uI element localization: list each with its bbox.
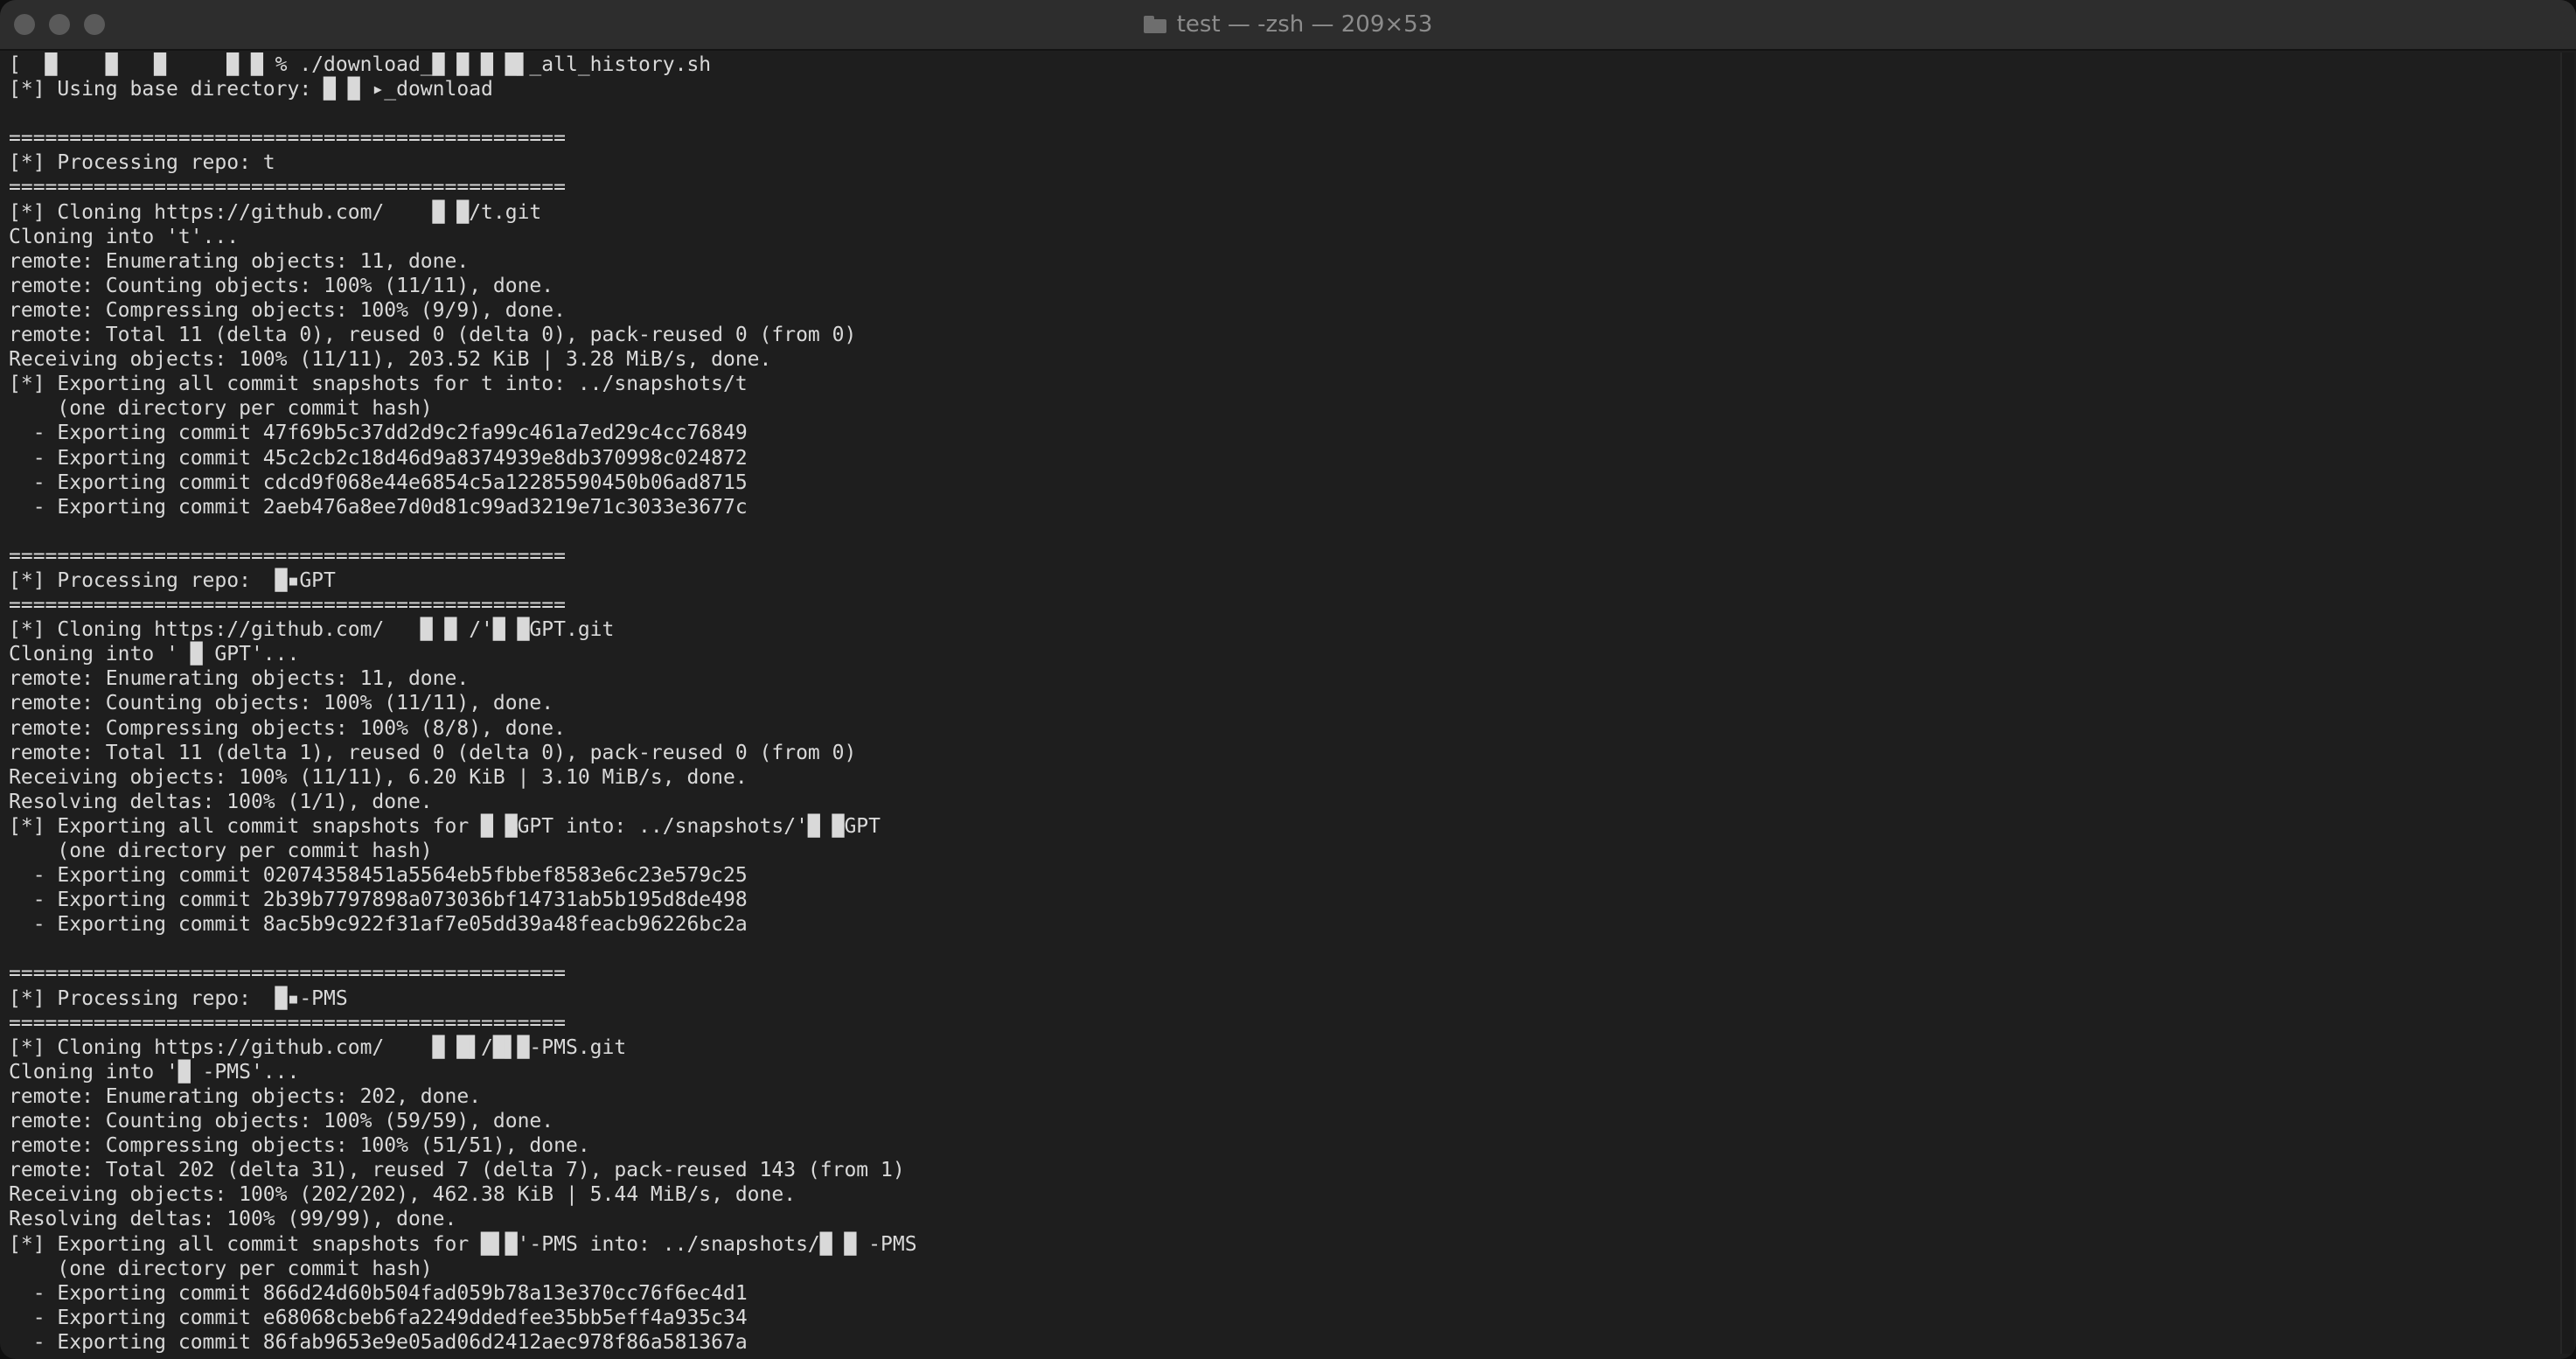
terminal-line: [*] Exporting all commit snapshots for █… (9, 1232, 917, 1256)
terminal-line: Cloning into '█ -PMS'... (9, 1060, 300, 1084)
terminal-line: remote: Counting objects: 100% (11/11), … (9, 692, 554, 715)
terminal-line: ========================================… (9, 176, 566, 199)
terminal-line: - Exporting commit 2aeb476a8ee7d0d81c99a… (9, 495, 748, 519)
terminal-line: - Exporting commit 8ac5b9c922f31af7e05dd… (9, 913, 748, 937)
terminal-line: (one directory per commit hash) (9, 1257, 433, 1280)
terminal-line: ========================================… (9, 127, 566, 150)
terminal-line: remote: Enumerating objects: 11, done. (9, 667, 470, 691)
folder-icon (1143, 16, 1166, 33)
terminal-line: [*] Processing repo: █▪-PMS (9, 986, 348, 1010)
terminal-line: ========================================… (9, 544, 566, 568)
terminal-line: - Exporting commit e68068cbeb6fa2249dded… (9, 1306, 748, 1329)
terminal-line: - Exporting commit 86fab9653e9e05ad06d24… (9, 1330, 748, 1354)
terminal-line: [*] Using base directory: █ █ ▸_download (9, 78, 493, 101)
terminal-line: remote: Compressing objects: 100% (9/9),… (9, 298, 566, 322)
terminal-line: Receiving objects: 100% (11/11), 6.20 Ki… (9, 765, 748, 789)
terminal-line: Receiving objects: 100% (202/202), 462.3… (9, 1183, 797, 1207)
terminal-line: Cloning into ' █ GPT'... (9, 643, 300, 666)
terminal-line: remote: Counting objects: 100% (11/11), … (9, 274, 554, 297)
title-bar[interactable]: test — -zsh — 209×53 (0, 0, 2576, 51)
terminal-line: Cloning into 't'... (9, 225, 240, 248)
terminal-line: ========================================… (9, 1011, 566, 1035)
terminal-line: (one directory per commit hash) (9, 397, 433, 421)
terminal-line: Resolving deltas: 100% (1/1), done. (9, 790, 433, 813)
terminal-line: remote: Total 11 (delta 0), reused 0 (de… (9, 324, 857, 347)
terminal-scrollbar[interactable] (2560, 52, 2574, 1354)
terminal-line: [*] Processing repo: █▪GPT (9, 568, 336, 592)
terminal-line: Resolving deltas: 100% (99/99), done. (9, 1208, 457, 1231)
terminal-line: - Exporting commit 2b39b7797898a073036bf… (9, 889, 748, 912)
window-title: test — -zsh — 209×53 (1176, 11, 1433, 38)
terminal-line: [*] Exporting all commit snapshots for t… (9, 373, 748, 396)
terminal-line: remote: Enumerating objects: 202, done. (9, 1084, 482, 1108)
terminal-line: [*] Cloning https://github.com/ █ █ /'█ … (9, 618, 615, 642)
terminal-line: remote: Compressing objects: 100% (51/51… (9, 1134, 590, 1158)
terminal-window: test — -zsh — 209×53 [ █ █ █ █ █ % ./dow… (0, 0, 2576, 1359)
terminal-line: ========================================… (9, 962, 566, 986)
terminal-line: remote: Compressing objects: 100% (8/8),… (9, 716, 566, 740)
terminal-line: (one directory per commit hash) (9, 840, 433, 862)
terminal-line: ========================================… (9, 594, 566, 617)
window-title-area: test — -zsh — 209×53 (0, 0, 2576, 49)
terminal-line: - Exporting commit cdcd9f068e44e6854c5a1… (9, 470, 748, 494)
terminal-line: - Exporting commit 47f69b5c37dd2d9c2fa99… (9, 422, 748, 445)
terminal-line: [ █ █ █ █ █ % ./download_█ █ █ █▌_all_hi… (9, 53, 712, 76)
terminal-line: [*] Cloning https://github.com/ █ █▌/█▌█… (9, 1035, 627, 1059)
terminal-line: - Exporting commit 02074358451a5564eb5fb… (9, 864, 748, 888)
terminal-line: [*] Cloning https://github.com/ █ █/t.gi… (9, 200, 542, 224)
terminal-line: Receiving objects: 100% (11/11), 203.52 … (9, 348, 772, 372)
terminal-line: remote: Total 202 (delta 31), reused 7 (… (9, 1159, 905, 1182)
terminal-line: - Exporting commit 866d24d60b504fad059b7… (9, 1281, 748, 1305)
terminal-line: [*] Exporting all commit snapshots for █… (9, 814, 881, 838)
terminal-line: [*] Processing repo: t (9, 151, 275, 175)
terminal-output[interactable]: [ █ █ █ █ █ % ./download_█ █ █ █▌_all_hi… (9, 52, 2545, 1356)
terminal-line: - Exporting commit 45c2cb2c18d46d9a83749… (9, 446, 748, 470)
terminal-line: remote: Enumerating objects: 11, done. (9, 249, 470, 273)
terminal-line: remote: Counting objects: 100% (59/59), … (9, 1110, 554, 1133)
terminal-line: remote: Total 11 (delta 1), reused 0 (de… (9, 741, 857, 764)
